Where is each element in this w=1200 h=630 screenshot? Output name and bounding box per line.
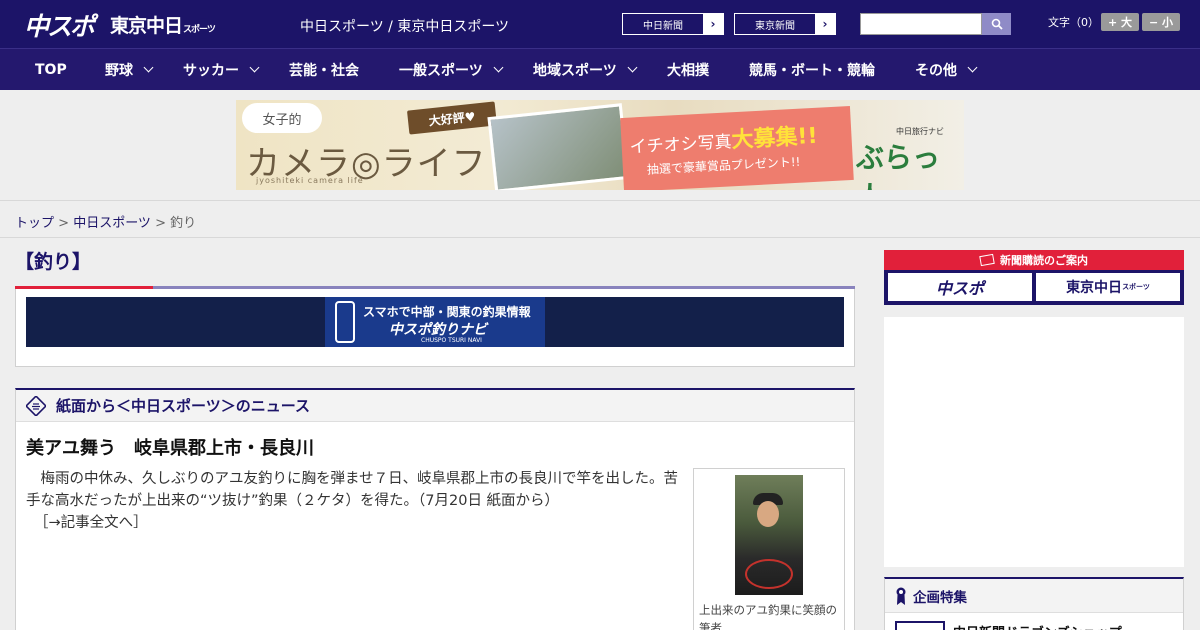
article-photo[interactable] — [735, 475, 803, 595]
sidebar-ad-slot — [884, 317, 1184, 567]
newspaper-icon — [26, 395, 46, 416]
subscription-banner: 新聞購読のご案内 中スポ 東京中日 スポーツ — [884, 250, 1184, 305]
nav-baseball-label: 野球 — [105, 62, 133, 79]
article-body: 梅雨の中休み、久しぶりのアユ友釣りに胸を弾ませ７日、岐阜県郡上市の長良川で竿を出… — [26, 468, 686, 534]
article-title[interactable]: 美アユ舞う 岐阜県郡上市・長良川 — [26, 434, 314, 460]
subscribe-tokyo-suffix: スポーツ — [1122, 283, 1150, 291]
tokyo-logo-suffix: スポーツ — [183, 25, 216, 35]
photo-net — [745, 559, 793, 589]
special-item-label: 中日新聞ドラゴンズショップ — [953, 622, 1122, 630]
chevron-right-icon: › — [703, 14, 723, 34]
article-photo-box: 上出来のアユ釣果に笑顔の筆者 — [693, 468, 845, 630]
subscription-header: 新聞購読のご案内 — [884, 250, 1184, 270]
nav-general-sports[interactable]: 一般スポーツ — [399, 49, 504, 90]
chevron-down-icon — [143, 62, 154, 73]
breadcrumb-separator: > — [150, 216, 171, 231]
top-header: 中スポ 東京中日スポーツ 中日スポーツ / 東京中日スポーツ 中日新聞 › 東京… — [0, 0, 1200, 48]
tsuri-navi-banner[interactable]: スマホで中部・関東の釣果情報 中スポ釣りナビ CHUSPO TSURI NAVI — [26, 297, 844, 347]
chunichi-shimbun-link[interactable]: 中日新聞 › — [622, 13, 724, 35]
breadcrumb-section[interactable]: 中日スポーツ — [73, 216, 151, 231]
subscription-title: 新聞購読のご案内 — [1000, 254, 1088, 267]
main-column: 【釣り】 スマホで中部・関東の釣果情報 中スポ釣りナビ CHUSPO TSURI… — [15, 250, 855, 630]
news-section-header: 紙面から＜中日スポーツ＞のニュース — [16, 390, 854, 422]
chunichi-shimbun-label: 中日新聞 — [643, 20, 683, 32]
nav-local-sports[interactable]: 地域スポーツ — [533, 49, 638, 90]
breadcrumb-bar: トップ > 中日スポーツ > 釣り — [0, 200, 1200, 238]
subscribe-tokyo-button[interactable]: 東京中日 スポーツ — [1036, 273, 1180, 301]
news-section: 紙面から＜中日スポーツ＞のニュース 美アユ舞う 岐阜県郡上市・長良川 梅雨の中休… — [15, 388, 855, 630]
chevron-down-icon — [967, 62, 978, 73]
banner-bubble: 女子的 — [242, 103, 322, 133]
special-features-header: 企画特集 — [885, 579, 1183, 613]
nav-entertainment[interactable]: 芸能・社会 — [289, 49, 359, 90]
text-size-down-button[interactable]: − 小 — [1142, 13, 1180, 31]
nav-local-sports-label: 地域スポーツ — [533, 62, 617, 79]
camera-life-banner[interactable]: 女子的 カメラ◎ライフ jyoshiteki camera life 大好評♥ … — [236, 100, 964, 190]
special-item[interactable]: 中日新聞ドラゴンズショップ — [895, 621, 1122, 630]
search-input[interactable] — [860, 13, 982, 35]
envelope-icon — [979, 253, 995, 267]
tokyo-logo-text: 東京中日 — [110, 15, 183, 37]
page-title: 【釣り】 — [15, 251, 92, 273]
banner-headline-b: 大募集!! — [730, 123, 819, 154]
ribbon-icon — [896, 587, 906, 605]
article-text: 梅雨の中休み、久しぶりのアユ友釣りに胸を弾ませ７日、岐阜県郡上市の長良川で竿を出… — [26, 471, 679, 509]
text-size-up-button[interactable]: + 大 — [1101, 13, 1139, 31]
tokyo-shimbun-link[interactable]: 東京新聞 › — [734, 13, 836, 35]
chevron-right-icon: › — [815, 14, 835, 34]
nav-soccer[interactable]: サッカー — [183, 49, 260, 90]
tsuri-navi-line2: 中スポ釣りナビ — [389, 322, 487, 338]
tokyo-chunichi-logo[interactable]: 東京中日スポーツ — [110, 11, 216, 38]
nav-soccer-label: サッカー — [183, 62, 239, 79]
smartphone-icon — [335, 301, 355, 343]
tsuri-navi-line1: スマホで中部・関東の釣果情報 — [363, 305, 531, 319]
banner-brand: ぶらっ人 — [856, 141, 941, 190]
nav-racing[interactable]: 競馬・ボート・競輪 — [749, 49, 875, 90]
special-features-title: 企画特集 — [913, 589, 967, 606]
nav-other-label: その他 — [915, 62, 957, 79]
nav-entertainment-label: 芸能・社会 — [289, 62, 359, 79]
chevron-down-icon — [493, 62, 504, 73]
main-nav: TOP 野球 サッカー 芸能・社会 一般スポーツ 地域スポーツ 大相撲 競馬・ボ… — [0, 48, 1200, 90]
breadcrumb-separator: > — [54, 216, 74, 231]
special-item-thumb — [895, 621, 945, 630]
banner-popular-tag: 大好評♥ — [406, 101, 498, 135]
chevron-down-icon — [249, 62, 260, 73]
photo-caption: 上出来のアユ釣果に笑顔の筆者 — [699, 603, 837, 630]
nav-baseball[interactable]: 野球 — [105, 49, 154, 90]
subscribe-chuspo-button[interactable]: 中スポ — [888, 273, 1032, 301]
read-more-link[interactable]: ［→記事全文へ］ — [26, 512, 686, 534]
news-section-title: 紙面から＜中日スポーツ＞のニュース — [56, 397, 310, 415]
banner-pink-panel: イチオシ写真大募集!! 抽選で豪華賞品プレゼント!! — [620, 106, 854, 190]
tsuri-navi-line3: CHUSPO TSURI NAVI — [421, 337, 482, 344]
breadcrumb-home[interactable]: トップ — [15, 216, 54, 231]
tsuri-navi-box: スマホで中部・関東の釣果情報 中スポ釣りナビ CHUSPO TSURI NAVI — [15, 289, 855, 367]
nav-racing-label: 競馬・ボート・競輪 — [749, 62, 875, 79]
nav-other[interactable]: その他 — [915, 49, 978, 90]
breadcrumb: トップ > 中日スポーツ > 釣り — [15, 212, 196, 231]
chevron-down-icon — [627, 62, 638, 73]
search-icon — [991, 18, 1003, 30]
text-size-label: 文字（0） — [1048, 16, 1099, 29]
site-names: 中日スポーツ / 東京中日スポーツ — [300, 19, 510, 35]
subscribe-tokyo-label: 東京中日 — [1066, 280, 1123, 296]
tsuri-navi-inner: スマホで中部・関東の釣果情報 中スポ釣りナビ CHUSPO TSURI NAVI — [325, 297, 545, 347]
breadcrumb-current: 釣り — [170, 216, 197, 231]
search-button[interactable] — [982, 13, 1011, 35]
nav-top-label: TOP — [35, 61, 67, 78]
special-features: 企画特集 中日新聞ドラゴンズショップ — [884, 577, 1184, 630]
banner-headline-a: イチオシ写真 — [629, 132, 733, 158]
nav-general-sports-label: 一般スポーツ — [399, 62, 483, 79]
nav-sumo-label: 大相撲 — [667, 62, 709, 79]
photo-face — [757, 501, 779, 527]
tokyo-shimbun-label: 東京新聞 — [755, 20, 795, 32]
nav-sumo[interactable]: 大相撲 — [667, 49, 709, 90]
banner-subtitle: jyoshiteki camera life — [256, 176, 364, 185]
chuspo-logo[interactable]: 中スポ — [24, 7, 95, 43]
nav-top[interactable]: TOP — [35, 49, 67, 90]
banner-photos — [487, 103, 630, 190]
